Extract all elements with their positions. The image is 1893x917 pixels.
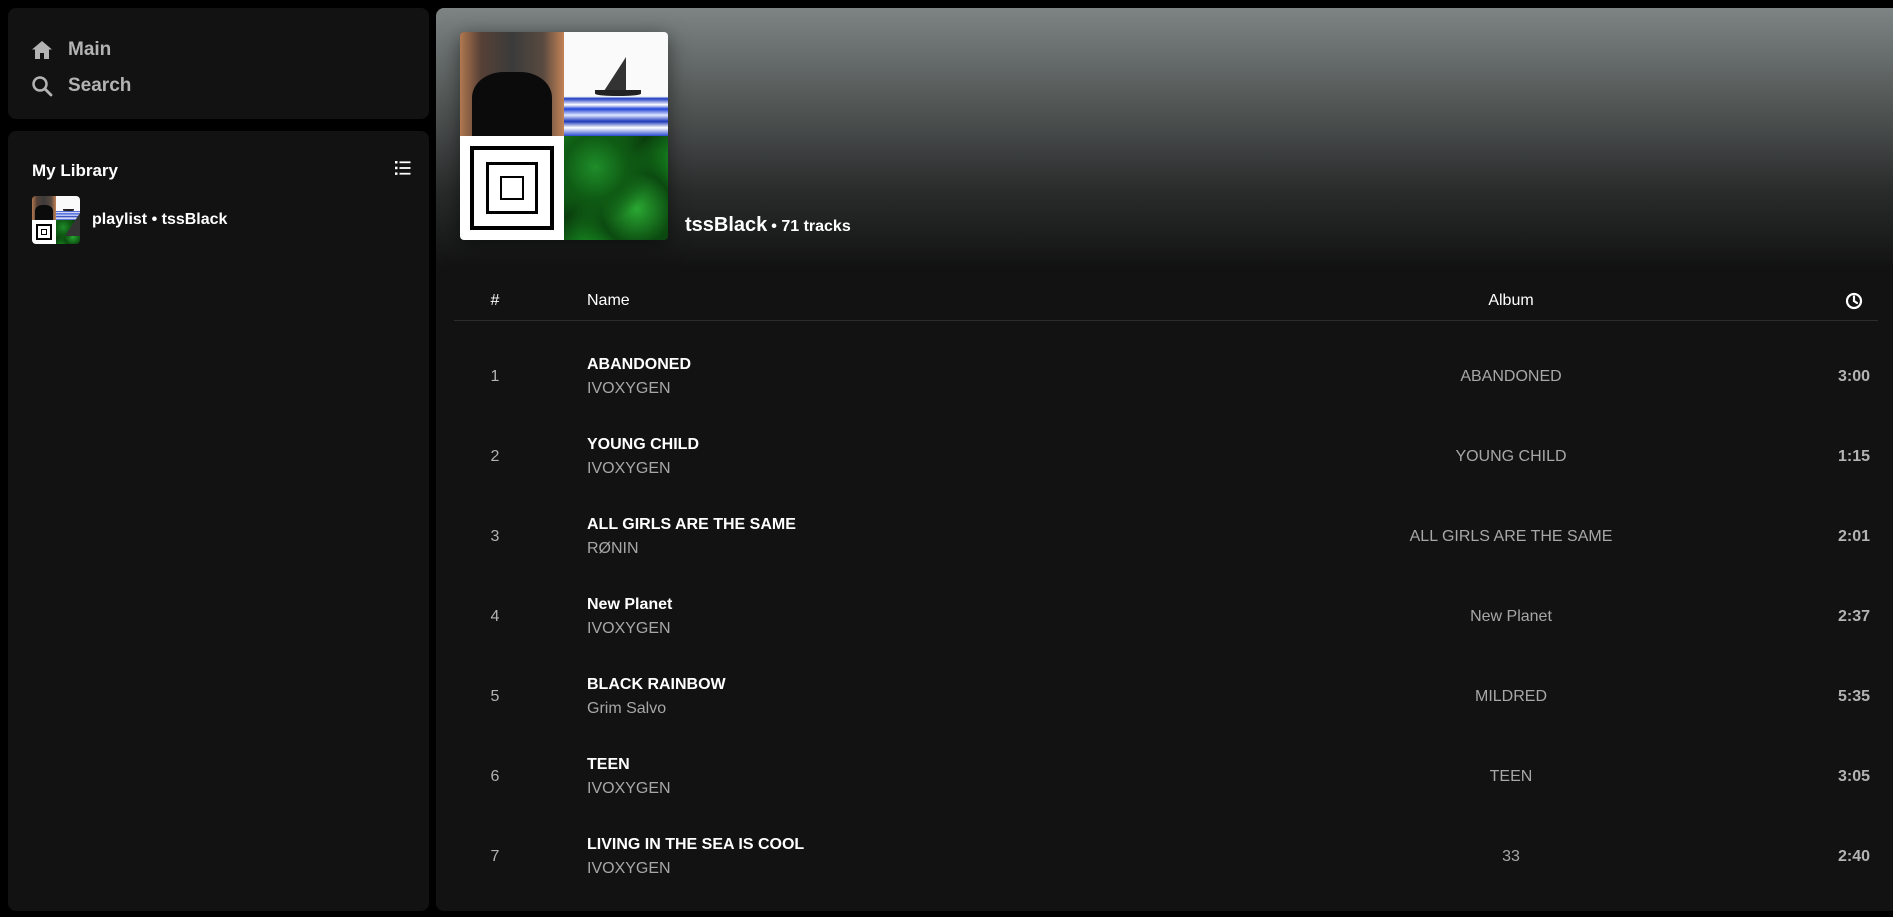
table-row[interactable]: 4 New Planet IVOXYGEN New Planet 2:37	[454, 580, 1878, 660]
track-number: 2	[490, 448, 500, 465]
nav-item-search[interactable]: Search	[30, 68, 429, 104]
cover-art-3	[32, 220, 56, 244]
search-icon	[32, 76, 53, 97]
header-album[interactable]: Album	[1310, 292, 1712, 310]
track-album[interactable]: MILDRED	[1310, 688, 1712, 706]
track-duration: 1:15	[1837, 448, 1871, 465]
playlist-cover	[460, 32, 668, 240]
cover-art-1	[32, 196, 56, 220]
cover-art-1	[460, 32, 564, 136]
track-artist[interactable]: IVOXYGEN	[587, 620, 671, 638]
track-duration: 3:05	[1837, 768, 1871, 785]
table-row[interactable]: 3 ALL GIRLS ARE THE SAME RØNIN ALL GIRLS AR…	[454, 500, 1878, 580]
playlist-name: tssBlack	[685, 214, 768, 236]
nav-item-main-label: Main	[68, 39, 112, 60]
track-list: 1 ABANDONED IVOXYGEN ABANDONED 3:00 2 YOUNG CH…	[454, 340, 1878, 900]
track-duration: 3:00	[1837, 368, 1871, 385]
library-item-playlist[interactable]: playlist • tssBlack	[32, 196, 227, 244]
cover-art-2	[56, 196, 80, 236]
library-panel: My Library playlist • tssBlack	[8, 131, 429, 911]
table-row[interactable]: 7 LIVING IN THE SEA IS COOL IVOXYGEN 33 2:40	[454, 820, 1878, 900]
header-name[interactable]: Name	[587, 292, 630, 310]
track-title[interactable]: ALL GIRLS ARE THE SAME	[587, 516, 796, 534]
track-album[interactable]: ABANDONED	[1310, 368, 1712, 386]
track-album[interactable]: New Planet	[1310, 608, 1712, 626]
track-duration: 2:37	[1837, 608, 1871, 625]
track-title[interactable]: New Planet	[587, 596, 672, 614]
main-panel: tssBlack • 71 tracks # Name Album 1 ABAND…	[436, 8, 1893, 911]
track-number: 1	[490, 368, 500, 385]
cover-art-3	[460, 136, 564, 240]
nav-item-search-label: Search	[68, 75, 132, 96]
track-number: 3	[490, 528, 500, 545]
table-row[interactable]: 1 ABANDONED IVOXYGEN ABANDONED 3:00	[454, 340, 1878, 420]
track-artist[interactable]: IVOXYGEN	[587, 860, 671, 878]
playlist-title: tssBlack • 71 tracks	[685, 214, 851, 237]
track-table-header: # Name Album	[454, 276, 1878, 321]
track-number: 7	[490, 848, 500, 865]
track-title[interactable]: TEEN	[587, 756, 630, 774]
track-number: 5	[490, 688, 500, 705]
track-duration: 5:35	[1837, 688, 1871, 705]
track-album[interactable]: ALL GIRLS ARE THE SAME	[1310, 528, 1712, 546]
library-header: My Library	[32, 159, 412, 182]
list-view-icon[interactable]	[394, 159, 412, 182]
track-number: 4	[490, 608, 500, 625]
track-duration: 2:40	[1837, 848, 1871, 865]
track-artist[interactable]: Grim Salvo	[587, 700, 666, 718]
playlist-thumbnail	[32, 196, 80, 244]
track-artist[interactable]: IVOXYGEN	[587, 780, 671, 798]
nav-panel: Main Search	[8, 8, 429, 119]
track-title[interactable]: YOUNG CHILD	[587, 436, 699, 454]
header-number: #	[490, 292, 500, 309]
cover-art-2	[564, 32, 668, 136]
track-artist[interactable]: IVOXYGEN	[587, 380, 671, 398]
track-album[interactable]: YOUNG CHILD	[1310, 448, 1712, 466]
track-album[interactable]: 33	[1310, 848, 1712, 866]
track-title[interactable]: BLACK RAINBOW	[587, 676, 726, 694]
library-item-label: playlist • tssBlack	[92, 211, 228, 228]
table-row[interactable]: 2 YOUNG CHILD IVOXYGEN YOUNG CHILD 1:15	[454, 420, 1878, 500]
track-title[interactable]: ABANDONED	[587, 356, 691, 374]
track-artist[interactable]: IVOXYGEN	[587, 460, 671, 478]
table-row[interactable]: 6 TEEN IVOXYGEN TEEN 3:05	[454, 740, 1878, 820]
clock-icon	[1824, 292, 1884, 315]
nav-item-main[interactable]: Main	[30, 32, 429, 68]
track-artist[interactable]: RØNIN	[587, 540, 639, 558]
track-title[interactable]: LIVING IN THE SEA IS COOL	[587, 836, 804, 854]
track-duration: 2:01	[1837, 528, 1871, 545]
cover-art-4	[564, 136, 668, 240]
track-album[interactable]: TEEN	[1310, 768, 1712, 786]
track-number: 6	[490, 768, 500, 785]
playlist-header: tssBlack • 71 tracks	[436, 8, 1893, 268]
library-title: My Library	[32, 160, 118, 180]
playlist-track-count: • 71 tracks	[771, 218, 851, 235]
home-icon	[32, 41, 52, 59]
table-row[interactable]: 5 BLACK RAINBOW Grim Salvo MILDRED 5:35	[454, 660, 1878, 740]
